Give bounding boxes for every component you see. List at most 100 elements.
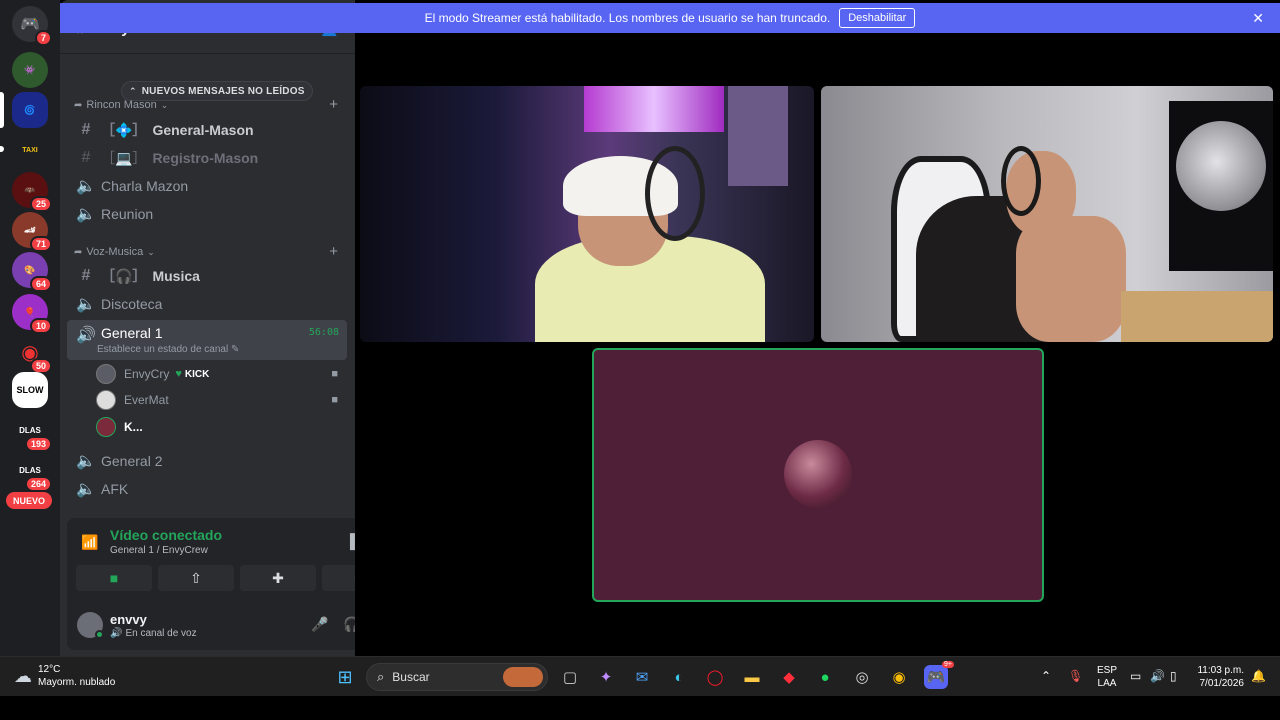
- chevron-up-icon[interactable]: ⌃: [1041, 669, 1051, 683]
- channel-general-mason[interactable]: # ［💠］ General-Mason: [67, 116, 347, 144]
- add-channel-icon[interactable]: +: [329, 96, 338, 113]
- discord-home-icon[interactable]: 🎮 7: [12, 6, 52, 46]
- speaker-icon: 🔈: [76, 453, 96, 470]
- category-rincon-mason[interactable]: ➦ Rincon Mason ⌄ +: [74, 96, 344, 113]
- clock[interactable]: 11:03 p.m. 7/01/2026: [1196, 664, 1244, 690]
- app-window: 🎮 7 👾 🌀 TAXI 🦇 25 🏎 71 🎨 64 🎈 10 ◉ 50 SLOW DLA…: [0, 0, 1280, 720]
- camera-icon: ■: [331, 368, 338, 380]
- camera-button[interactable]: ■: [76, 565, 152, 591]
- server-icon-slow[interactable]: SLOW: [12, 372, 48, 408]
- user-status-text: En canal de voz: [125, 628, 197, 639]
- add-channel-icon[interactable]: +: [329, 243, 338, 260]
- obs-icon[interactable]: ◎: [850, 665, 874, 689]
- streamer-mode-banner: El modo Streamer está habilitado. Los no…: [60, 3, 1280, 33]
- channel-label: General 1: [101, 325, 163, 341]
- weather-widget[interactable]: ☁ 12°C Mayorm. nublado: [14, 663, 115, 689]
- spotify-icon[interactable]: ●: [813, 665, 837, 689]
- server-icon-3[interactable]: 🦇 25: [12, 172, 52, 212]
- network-icon[interactable]: ▭: [1130, 669, 1141, 683]
- mail-icon[interactable]: ✉: [630, 665, 654, 689]
- video-tile-evermat[interactable]: [821, 86, 1273, 342]
- disable-streamer-button[interactable]: Deshabilitar: [839, 8, 916, 28]
- file-explorer-icon[interactable]: ▬: [740, 665, 764, 689]
- arrow-up-icon: ⌃: [129, 85, 137, 96]
- server-icon-4[interactable]: 🏎 71: [12, 212, 52, 252]
- unread-pill-label: NUEVOS MENSAJES NO LEÍDOS: [141, 85, 305, 97]
- user-status: 🔊 En canal de voz: [110, 628, 197, 639]
- close-icon[interactable]: ✕: [1252, 10, 1264, 27]
- category-label: Rincon Mason: [86, 99, 157, 111]
- avatar: [96, 390, 116, 410]
- copilot-icon[interactable]: ✦: [594, 665, 618, 689]
- channel-status[interactable]: Establece un estado de canal ✎: [97, 344, 239, 355]
- app-red-icon[interactable]: ◆: [777, 665, 801, 689]
- voice-status-title[interactable]: Vídeo conectado: [110, 527, 222, 543]
- camera-icon: ■: [109, 570, 119, 586]
- server-badge: 25: [29, 196, 52, 212]
- language-indicator[interactable]: ESP LAA: [1097, 664, 1117, 690]
- start-icon[interactable]: ⊞: [333, 665, 357, 689]
- new-servers-pill[interactable]: NUEVO: [6, 492, 52, 509]
- server-badge: 193: [24, 436, 52, 452]
- chevron-down-icon: ⌄: [147, 246, 155, 257]
- server-icon-dlas-1[interactable]: DLAS 193: [12, 412, 52, 452]
- channel-label: Charla Mazon: [101, 178, 189, 194]
- server-icon-5[interactable]: 🎨 64: [12, 252, 52, 292]
- notification-icon[interactable]: 🔔: [1251, 669, 1266, 683]
- text-channel-icon: #: [81, 121, 91, 138]
- category-label: Voz-Musica: [86, 246, 144, 258]
- lang-code: ESP: [1097, 665, 1118, 676]
- channel-afk[interactable]: 🔈 AFK: [67, 475, 347, 503]
- voice-user-evermat[interactable]: EverMat ■: [96, 388, 346, 412]
- speaker-icon: 🔊: [76, 327, 96, 344]
- discord-taskbar-icon[interactable]: 🎮 9+: [924, 661, 954, 689]
- server-icon-7[interactable]: ◉ 50: [12, 334, 52, 374]
- category-voz-musica[interactable]: ➦ Voz-Musica ⌄ +: [74, 243, 344, 260]
- channel-general-2[interactable]: 🔈 General 2: [67, 447, 347, 475]
- speaker-icon: 🔈: [76, 296, 96, 313]
- server-icon-6[interactable]: 🎈 10: [12, 294, 52, 334]
- microphone-icon[interactable]: 🎤: [311, 616, 328, 633]
- category-arrow-icon: ➦: [74, 246, 83, 258]
- channel-reunion[interactable]: 🔈 Reunion: [67, 200, 347, 228]
- voice-user-k[interactable]: K...: [96, 415, 346, 439]
- channel-charla-mazon[interactable]: 🔈 Charla Mazon: [67, 172, 347, 200]
- search-input[interactable]: ⌕ Buscar: [366, 663, 548, 691]
- signal-icon[interactable]: 📶: [81, 534, 98, 551]
- server-icon-envycrew[interactable]: 🌀: [12, 92, 48, 128]
- task-view-icon[interactable]: ▢: [558, 665, 582, 689]
- username[interactable]: envvy: [110, 612, 147, 627]
- activities-button[interactable]: ✚: [240, 565, 316, 591]
- server-icon-1[interactable]: 👾: [12, 52, 48, 88]
- voice-user-envycry[interactable]: EnvyCry ♥ KICK ■: [96, 362, 346, 386]
- battery-icon[interactable]: ▯: [1170, 669, 1177, 683]
- channel-musica[interactable]: # ［🎧］ Musica: [67, 262, 347, 290]
- moon-poster: [1176, 121, 1266, 211]
- edge-icon[interactable]: ◐: [667, 665, 691, 689]
- voice-status-channel[interactable]: General 1 / EnvyCrew: [110, 545, 208, 556]
- microphone-icon[interactable]: 🎙: [1068, 669, 1083, 683]
- volume-icon[interactable]: 🔊: [1150, 669, 1165, 683]
- speaker-icon: 🔊: [110, 628, 123, 639]
- channel-label: AFK: [101, 481, 129, 497]
- chrome-icon[interactable]: ◉: [887, 665, 911, 689]
- server-rail: 🎮 7 👾 🌀 TAXI 🦇 25 🏎 71 🎨 64 🎈 10 ◉ 50 SLOW DLA…: [0, 0, 60, 656]
- pencil-icon: ✎: [231, 344, 240, 355]
- share-screen-button[interactable]: ⇧: [158, 565, 234, 591]
- channel-general-1[interactable]: 🔊 General 1 56:08 Establece un estado de…: [67, 320, 347, 360]
- person-headphones: [645, 146, 705, 241]
- banner-text: El modo Streamer está habilitado. Los no…: [424, 11, 831, 25]
- channel-registro-mason[interactable]: # ［💻］ Registro-Mason: [67, 144, 347, 172]
- cloud-icon: ☁: [14, 665, 32, 686]
- clock-time: 11:03 p.m.: [1197, 665, 1244, 676]
- avatar: [784, 440, 852, 508]
- video-tile-envycry[interactable]: [360, 86, 814, 342]
- channel-label: Musica: [152, 268, 200, 284]
- video-tile-k[interactable]: [592, 348, 1044, 602]
- server-icon-taxi[interactable]: TAXI: [12, 132, 48, 168]
- unread-messages-pill[interactable]: ⌃ NUEVOS MENSAJES NO LEÍDOS: [121, 81, 313, 101]
- channel-discoteca[interactable]: 🔈 Discoteca: [67, 290, 347, 318]
- search-icon: ⌕: [377, 669, 385, 684]
- server-icon-dlas-2[interactable]: DLAS 264: [12, 452, 52, 492]
- opera-icon[interactable]: ◯: [703, 665, 727, 689]
